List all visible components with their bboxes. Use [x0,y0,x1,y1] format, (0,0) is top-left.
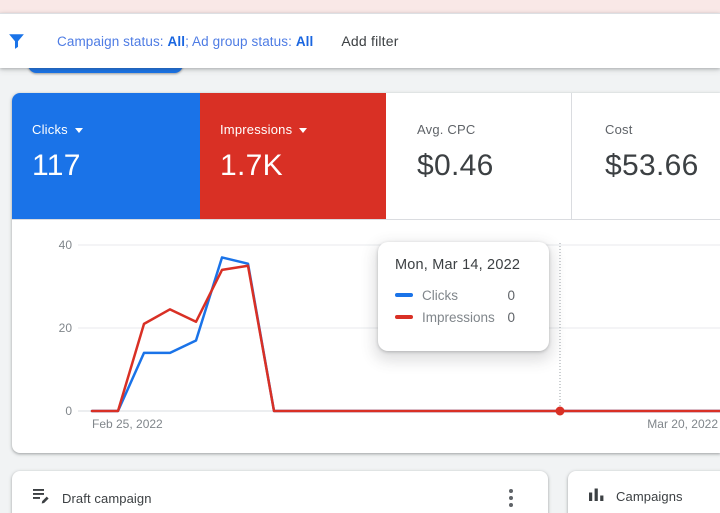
scorecard-clicks-label: Clicks [32,122,68,137]
svg-text:Feb 25, 2022: Feb 25, 2022 [92,417,163,431]
caret-down-icon[interactable] [74,127,83,133]
filter-icon[interactable] [8,33,32,50]
svg-text:0: 0 [65,404,72,418]
scorecard-cost-label: Cost [605,122,633,137]
tooltip-impressions-label: Impressions [422,309,495,325]
tooltip-row-impressions: Impressions 0 [395,306,529,328]
chart-tooltip: Mon, Mar 14, 2022 Clicks 0 Impressions 0 [378,242,549,351]
ads-overview-page: Campaign status: All; Ad group status: A… [0,0,720,513]
performance-chart[interactable]: 0 20 40 Feb 25, 2022 Mar 20, 2022 Mon, Mar 1… [12,220,720,453]
scorecard-clicks-value: 117 [32,149,81,182]
ad-group-status-value: All [295,33,314,49]
bar-chart-icon [589,487,604,506]
filter-separator: ; [185,33,193,49]
edit-note-icon [33,488,50,509]
campaigns-label: Campaigns [616,489,683,504]
scorecard-avg-cpc[interactable]: Avg. CPC $0.46 [386,93,571,219]
more-options-button[interactable] [507,487,515,509]
scorecard-impressions-label: Impressions [220,122,293,137]
scorecard-impressions-value: 1.7K [220,149,283,182]
draft-campaign-label: Draft campaign [62,490,152,506]
clicks-series-dash-icon [395,293,413,297]
line-chart[interactable]: 0 20 40 Feb 25, 2022 Mar 20, 2022 [12,220,720,453]
caret-down-icon[interactable] [299,127,308,133]
campaign-status-value: All [167,33,186,49]
svg-text:20: 20 [59,321,73,335]
campaign-status-label: Campaign status: [57,33,168,49]
tooltip-impressions-value: 0 [507,309,515,325]
scorecard-row: Clicks 117 Impressions 1.7K Avg. CPC $0.… [12,93,720,220]
notification-strip [0,0,720,13]
tooltip-clicks-value: 0 [507,287,515,303]
scorecard-impressions[interactable]: Impressions 1.7K [200,93,386,219]
scorecard-cost[interactable]: Cost $53.66 [571,93,720,219]
filter-bar: Campaign status: All; Ad group status: A… [0,13,720,68]
impressions-series-dash-icon [395,315,413,319]
tooltip-date: Mon, Mar 14, 2022 [395,257,521,273]
scorecard-cost-value: $53.66 [605,149,699,182]
tooltip-clicks-label: Clicks [422,287,458,303]
scorecard-clicks[interactable]: Clicks 117 [12,93,200,219]
campaigns-card[interactable]: Campaigns [568,471,720,513]
overview-summary-card: Clicks 117 Impressions 1.7K Avg. CPC $0.… [12,93,720,453]
draft-campaign-card[interactable]: Draft campaign [12,471,548,513]
add-filter-button[interactable]: Add filter [341,33,398,49]
tooltip-row-clicks: Clicks 0 [395,284,529,306]
ad-group-status-label: Ad group status: [192,33,296,49]
svg-text:Mar 20, 2022: Mar 20, 2022 [647,417,718,431]
scorecard-avg-cpc-label: Avg. CPC [417,122,476,137]
campaign-status-filter[interactable]: Campaign status: All; Ad group status: A… [57,34,313,49]
scorecard-avg-cpc-value: $0.46 [417,149,494,182]
svg-text:40: 40 [59,238,73,252]
